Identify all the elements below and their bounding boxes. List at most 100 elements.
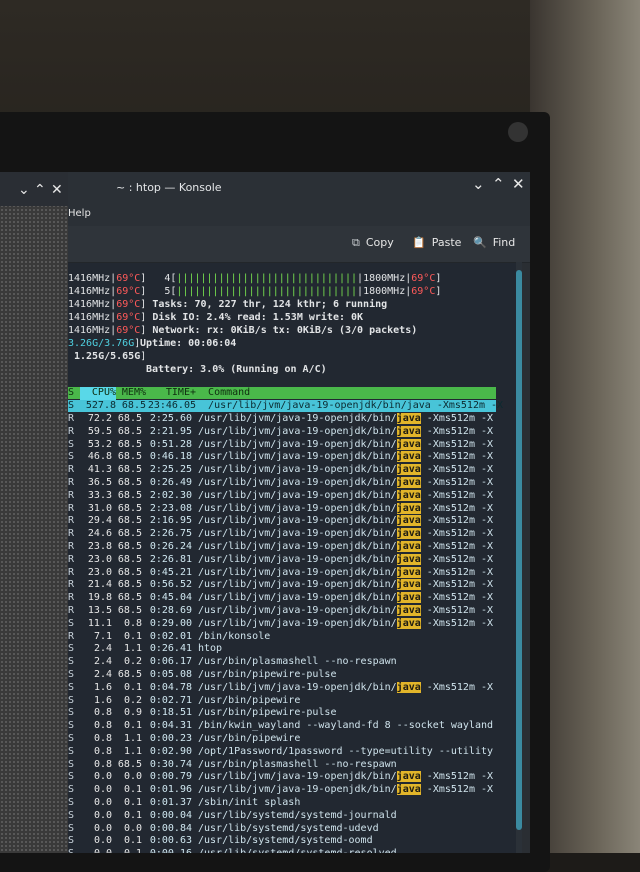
table-row[interactable]: R 36.5 68.5 0:26.49/usr/lib/jvm/java-19-ope… bbox=[68, 477, 493, 490]
command-path: /usr/lib/jvm/java-19-openjdk/bin/ bbox=[198, 771, 397, 783]
table-row[interactable]: R 19.8 68.5 0:45.04/usr/lib/jvm/java-19-ope… bbox=[68, 592, 493, 605]
paste-button[interactable]: 📋 Paste bbox=[412, 236, 461, 249]
row-command: /usr/lib/jvm/java-19-openjdk/bin/java -X… bbox=[198, 566, 493, 578]
copy-icon: ⧉ bbox=[352, 236, 360, 249]
row-time: 2:26.75 bbox=[149, 528, 192, 540]
row-state: S bbox=[68, 451, 75, 463]
row-command: /usr/lib/jvm/java-19-openjdk/bin/java -X… bbox=[198, 515, 493, 527]
table-row[interactable]: R 72.2 68.5 2:25.60/usr/lib/jvm/java-19-ope… bbox=[68, 413, 493, 426]
maximize-icon[interactable]: ⌃ bbox=[34, 182, 46, 198]
row-cpu: 36.5 bbox=[87, 477, 112, 488]
row-command: /usr/lib/systemd/systemd-resolved bbox=[198, 848, 397, 853]
row-state: S bbox=[68, 656, 75, 668]
table-row[interactable]: S 0.8 1.1 0:00.23/usr/bin/pipewire bbox=[68, 733, 300, 746]
row-state: R bbox=[68, 425, 75, 437]
table-row[interactable]: S 2.4 68.5 0:05.08/usr/bin/pipewire-pulse bbox=[68, 669, 336, 682]
command-java: java bbox=[396, 592, 421, 604]
table-row[interactable]: S 1.6 0.1 0:04.78/usr/lib/jvm/java-19-openj… bbox=[68, 681, 493, 695]
row-cpu: 0.8 bbox=[93, 733, 112, 744]
row-mem: 0.1 bbox=[123, 809, 142, 821]
command-java: java bbox=[396, 579, 421, 591]
find-button[interactable]: 🔍 Find bbox=[473, 236, 515, 249]
row-mem: 68.5 bbox=[117, 541, 142, 552]
row-time: 0:00.04 bbox=[149, 809, 192, 821]
table-row[interactable]: R 24.6 68.5 2:26.75/usr/lib/jvm/java-19-ope… bbox=[68, 528, 493, 541]
table-row[interactable]: S 11.1 0.8 0:29.00/usr/lib/jvm/java-19-open… bbox=[68, 617, 494, 631]
row-cpu: 0.0 bbox=[78, 848, 112, 853]
command-path: /usr/lib/jvm/java-19-openjdk/bin/ bbox=[198, 425, 397, 437]
table-row[interactable]: R 23.8 68.5 0:26.24/usr/lib/jvm/java-19-ope… bbox=[68, 541, 493, 554]
col-command[interactable]: Command bbox=[208, 387, 250, 398]
table-row[interactable]: S 53.2 68.5 0:51.28/usr/lib/jvm/java-19-ope… bbox=[68, 438, 493, 452]
table-row[interactable]: S 0.0 0.1 0:01.96/usr/lib/jvm/java-19-openj… bbox=[68, 784, 493, 797]
command-args: -Xms512m -X bbox=[420, 451, 494, 463]
col-state[interactable]: S bbox=[68, 387, 80, 400]
row-mem: 68.5 bbox=[117, 566, 142, 578]
row-time: 0:30.74 bbox=[149, 758, 192, 770]
command-path: /usr/lib/jvm/java-19-openjdk/bin/ bbox=[198, 617, 397, 629]
uptime-meter: Uptime: 00:06:04 bbox=[140, 338, 237, 349]
menu-help[interactable]: Help bbox=[68, 208, 91, 219]
col-cpu[interactable]: CPU% bbox=[80, 387, 116, 400]
row-mem: 0.9 bbox=[123, 707, 142, 719]
command-java: java bbox=[396, 681, 421, 693]
table-row[interactable]: S 0.0 0.1 0:01.37/sbin/init splash bbox=[68, 797, 300, 810]
table-row[interactable]: S 0.8 0.9 0:18.51/usr/bin/pipewire-pulse bbox=[68, 707, 336, 720]
table-row[interactable]: R 33.3 68.5 2:02.30/usr/lib/jvm/java-19-ope… bbox=[68, 489, 493, 503]
table-row[interactable]: S 2.4 0.2 0:06.17/usr/bin/plasmashell --no-… bbox=[68, 656, 397, 669]
row-state: S bbox=[68, 822, 75, 834]
table-row[interactable]: R 7.1 0.1 0:02.01/bin/konsole bbox=[68, 631, 270, 644]
row-cpu: 13.5 bbox=[87, 605, 112, 616]
table-row[interactable]: R 23.0 68.5 0:45.21/usr/lib/jvm/java-19-ope… bbox=[68, 566, 493, 580]
command-path: /usr/lib/jvm/java-19-openjdk/bin/ bbox=[198, 413, 397, 424]
table-row[interactable]: S 0.8 68.5 0:30.74/usr/bin/plasmashell --no… bbox=[68, 759, 397, 772]
col-time[interactable]: TIME+ bbox=[146, 387, 196, 400]
row-time: 0:45.21 bbox=[149, 566, 192, 578]
row-mem: 68.5 bbox=[117, 477, 142, 488]
close-icon[interactable]: ✕ bbox=[51, 182, 63, 198]
row-mem: 68.5 bbox=[117, 451, 142, 463]
row-mem: 68.5 bbox=[117, 438, 142, 450]
scrollbar[interactable] bbox=[516, 262, 522, 853]
row-cpu: 1.6 bbox=[93, 694, 112, 706]
table-row[interactable]: S0.00.10:00.16/usr/lib/systemd/systemd-r… bbox=[68, 848, 397, 853]
minimize-icon[interactable]: ⌄ bbox=[472, 175, 485, 193]
table-row[interactable]: S 2.4 1.1 0:26.41 htop bbox=[68, 643, 222, 656]
row-time: 0:00.63 bbox=[149, 835, 192, 847]
copy-button[interactable]: ⧉ Copy bbox=[352, 236, 394, 250]
row-time: 0:05.08 bbox=[149, 669, 192, 680]
table-row-selected[interactable]: S 527.8 68.5 23:46.05 /usr/lib/jvm/java-19-… bbox=[68, 400, 503, 412]
row-mem: 1.1 bbox=[123, 733, 142, 744]
table-row[interactable]: R 29.4 68.5 2:16.95/usr/lib/jvm/java-19-ope… bbox=[68, 515, 493, 528]
row-time: 0:06.17 bbox=[149, 656, 192, 668]
table-row[interactable]: S 0.0 0.1 0:00.63/usr/lib/systemd/systemd-o… bbox=[68, 835, 373, 848]
table-row[interactable]: S 0.8 1.1 0:02.90/opt/1Password/1password -… bbox=[68, 746, 493, 759]
table-row[interactable]: R 13.5 68.5 0:28.69/usr/lib/jvm/java-19-ope… bbox=[68, 605, 493, 618]
table-row[interactable]: R 41.3 68.5 2:25.25/usr/lib/jvm/java-19-ope… bbox=[68, 464, 493, 477]
table-row[interactable]: R 59.5 68.5 2:21.95/usr/lib/jvm/java-19-ope… bbox=[68, 425, 493, 439]
scrollbar-thumb[interactable] bbox=[516, 270, 522, 830]
table-row[interactable]: S 46.8 68.5 0:46.18/usr/lib/jvm/java-19-ope… bbox=[68, 451, 493, 464]
minimize-icon[interactable]: ⌄ bbox=[18, 182, 30, 198]
command-args: -Xms512m -X bbox=[420, 413, 494, 424]
row-state: S bbox=[68, 809, 75, 821]
table-row[interactable]: S 0.0 0.0 0:00.79/usr/lib/jvm/java-19-openj… bbox=[68, 771, 493, 784]
close-icon[interactable]: ✕ bbox=[512, 175, 525, 193]
col-mem[interactable]: MEM% bbox=[116, 387, 146, 400]
table-row[interactable]: S 0.0 0.0 0:00.84/usr/lib/systemd/systemd-u… bbox=[68, 823, 379, 836]
terminal[interactable]: 1416MHz|69°C] 4[||||||||||||||||||||||||… bbox=[68, 263, 518, 853]
row-command: /bin/kwin_wayland --wayland-fd 8 --socke… bbox=[198, 720, 494, 732]
table-row[interactable]: R 31.0 68.5 2:23.08/usr/lib/jvm/java-19-ope… bbox=[68, 502, 493, 516]
meter-row: 1416MHz|69°C] Tasks: 70, 227 thr, 124 kt… bbox=[68, 299, 388, 310]
table-row[interactable]: S 1.6 0.2 0:02.71/usr/bin/pipewire bbox=[68, 695, 300, 708]
maximize-icon[interactable]: ⌃ bbox=[492, 175, 505, 193]
table-row[interactable]: R 21.4 68.5 0:56.52/usr/lib/jvm/java-19-ope… bbox=[68, 579, 493, 592]
row-state: R bbox=[68, 413, 75, 424]
row-mem: 68.5 bbox=[117, 758, 142, 770]
table-row[interactable]: R 23.0 68.5 2:26.81/usr/lib/jvm/java-19-ope… bbox=[68, 553, 493, 567]
command-args: -Xms512m -X bbox=[420, 617, 494, 629]
table-row[interactable]: S 0.0 0.1 0:00.04/usr/lib/systemd/systemd-j… bbox=[68, 810, 397, 823]
table-row[interactable]: S 0.8 0.1 0:04.31/bin/kwin_wayland --waylan… bbox=[68, 720, 493, 733]
monitor-button bbox=[508, 122, 528, 142]
row-state: S bbox=[68, 745, 75, 757]
